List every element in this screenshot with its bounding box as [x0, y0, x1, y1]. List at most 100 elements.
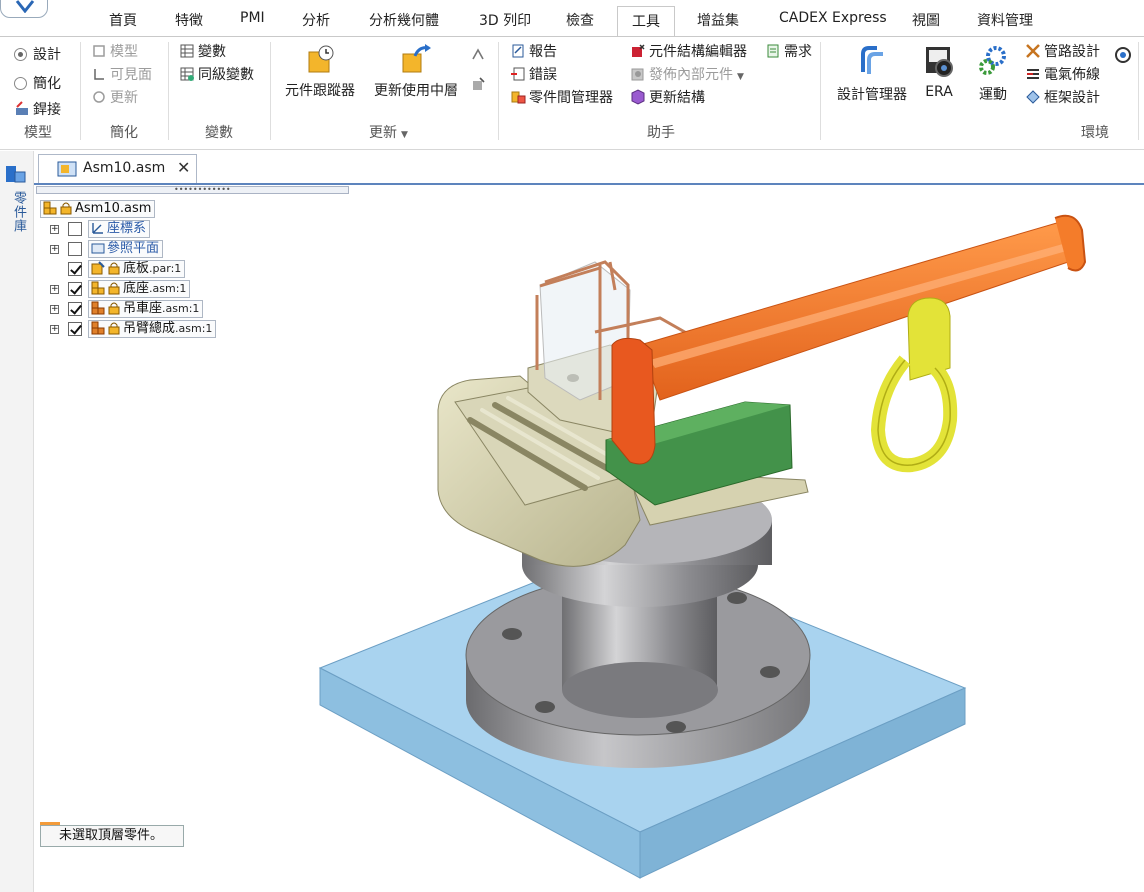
frame-design-button[interactable]: 框架設計 — [1025, 88, 1100, 108]
tab-analyze-geometry[interactable]: 分析幾何體 — [369, 10, 439, 30]
group-label-environment: 環境 — [1081, 125, 1109, 141]
tab-underline — [0, 36, 1144, 37]
update-small-icon-1[interactable] — [470, 46, 486, 66]
tab-add-ins[interactable]: 增益集 — [697, 10, 739, 30]
tree-node-base[interactable]: 底座.asm:1 — [88, 280, 191, 298]
group-label-assistant: 助手 — [647, 125, 675, 141]
group-label-update: 更新 ▼ — [369, 125, 408, 141]
document-tab[interactable]: Asm10.asm ✕ — [38, 154, 197, 184]
weld-button[interactable]: 銲接 — [14, 100, 61, 120]
group-separator — [168, 42, 169, 140]
lock-icon — [108, 262, 120, 275]
component-tracker-icon — [308, 45, 334, 73]
motion-button[interactable]: 運動 — [972, 44, 1014, 104]
group-separator — [1138, 42, 1139, 140]
group-label-simplify: 簡化 — [110, 125, 138, 141]
tab-features[interactable]: 特徵 — [175, 10, 203, 30]
era-button[interactable]: ERA — [918, 44, 960, 100]
peer-variables-button[interactable]: 同級變數 — [179, 65, 254, 85]
visibility-checkbox[interactable] — [68, 222, 82, 236]
simplify-radio[interactable]: 簡化 — [14, 74, 61, 94]
lock-icon — [108, 282, 120, 295]
assembly-icon — [91, 321, 105, 335]
reference-plane-icon — [91, 243, 105, 254]
structure-editor-icon — [632, 44, 645, 57]
era-camera-icon — [926, 47, 953, 77]
requirements-icon — [767, 44, 779, 58]
pathfinder-resize-handle[interactable]: •••••••••••• — [36, 186, 349, 194]
tab-3d-print[interactable]: 3D 列印 — [479, 10, 531, 30]
piping-button[interactable]: 管路設計 — [1025, 42, 1100, 62]
visibility-checkbox[interactable] — [68, 282, 82, 296]
publish-virtual-components-button[interactable]: 發佈內部元件 ▼ — [630, 65, 744, 85]
expand-icon[interactable]: + — [50, 305, 59, 314]
wire-harness-button[interactable]: 電氣佈線 — [1025, 65, 1100, 85]
design-radio[interactable]: 設計 — [14, 45, 61, 65]
tab-tools[interactable]: 工具 — [617, 6, 675, 37]
tab-pmi[interactable]: PMI — [240, 10, 265, 26]
parts-library-icon[interactable] — [4, 162, 28, 190]
update-small-icon-2[interactable] — [470, 76, 486, 96]
chevron-down-icon[interactable]: ▼ — [401, 130, 408, 140]
error-icon — [511, 67, 525, 81]
ribbon-tabs: 首頁 特徵 PMI 分析 分析幾何體 3D 列印 檢查 工具 增益集 CADEX… — [0, 6, 1144, 37]
tree-node-trolley-base[interactable]: 吊車座.asm:1 — [88, 300, 204, 318]
requirements-button[interactable]: 需求 — [765, 42, 812, 62]
interpart-manager-button[interactable]: 零件間管理器 — [510, 88, 613, 108]
lock-icon — [60, 202, 72, 215]
expand-icon[interactable]: + — [50, 245, 59, 254]
group-label-model: 模型 — [24, 125, 52, 141]
design-manager-button[interactable]: 設計管理器 — [832, 44, 912, 104]
visibility-checkbox[interactable] — [68, 242, 82, 256]
interpart-manager-icon — [511, 91, 526, 104]
tab-inspect[interactable]: 檢查 — [566, 10, 594, 30]
tree-node-boom-assembly[interactable]: 吊臂總成.asm:1 — [88, 320, 217, 338]
simplify-update-button[interactable]: 更新 — [91, 88, 138, 108]
visible-face-button[interactable]: 可見面 — [91, 65, 152, 85]
frame-icon — [1026, 90, 1040, 104]
simplify-model-button[interactable]: 模型 — [91, 42, 138, 62]
tab-view[interactable]: 視圖 — [912, 10, 940, 30]
visibility-checkbox[interactable] — [68, 262, 82, 276]
radio-selected-icon — [14, 48, 27, 61]
expand-icon[interactable]: + — [50, 225, 59, 234]
group-separator — [80, 42, 81, 140]
expand-icon[interactable]: + — [50, 285, 59, 294]
group-separator — [270, 42, 271, 140]
reports-button[interactable]: 報告 — [510, 42, 557, 62]
wire-harness-icon — [1027, 69, 1039, 79]
parts-library-tab[interactable]: 零件庫 — [9, 191, 28, 233]
tab-analysis[interactable]: 分析 — [302, 10, 330, 30]
assembly-icon — [43, 201, 57, 215]
close-icon[interactable]: ✕ — [177, 158, 190, 177]
lock-icon — [108, 302, 120, 315]
errors-button[interactable]: 錯誤 — [510, 65, 557, 85]
tab-cadex-express[interactable]: CADEX Express — [779, 10, 887, 26]
update-structure-button[interactable]: 更新結構 — [630, 88, 705, 108]
visibility-checkbox[interactable] — [68, 302, 82, 316]
3d-viewport[interactable] — [35, 185, 1144, 892]
tab-home[interactable]: 首頁 — [109, 10, 137, 30]
tree-node-base-plate[interactable]: 底板.par:1 — [88, 260, 186, 278]
update-active-level-button[interactable]: 更新使用中層 — [370, 44, 462, 100]
tree-node-reference-planes[interactable]: 參照平面 — [88, 240, 164, 258]
crane-model-render[interactable] — [35, 185, 1144, 892]
update-structure-icon — [631, 89, 645, 105]
design-manager-icon — [861, 46, 883, 74]
variables-button[interactable]: 變數 — [179, 42, 226, 62]
tree-node-coordinate-systems[interactable]: 座標系 — [88, 220, 151, 238]
structure-editor-button[interactable]: 元件結構編輯器 — [630, 42, 747, 62]
status-message: 未選取頂層零件。 — [40, 825, 184, 847]
tree-node-root[interactable]: Asm10.asm — [40, 200, 156, 218]
weld-icon — [16, 101, 28, 115]
group-separator — [820, 42, 821, 140]
assembly-document-icon — [57, 161, 77, 177]
expand-icon[interactable]: + — [50, 325, 59, 334]
group-separator — [498, 42, 499, 140]
tab-data-management[interactable]: 資料管理 — [977, 10, 1033, 30]
update-active-level-icon — [402, 44, 431, 73]
environment-extra-icon[interactable] — [1114, 46, 1132, 68]
component-tracker-button[interactable]: 元件跟蹤器 — [280, 44, 360, 100]
visibility-checkbox[interactable] — [68, 322, 82, 336]
chevron-down-icon[interactable]: ▼ — [737, 72, 744, 82]
